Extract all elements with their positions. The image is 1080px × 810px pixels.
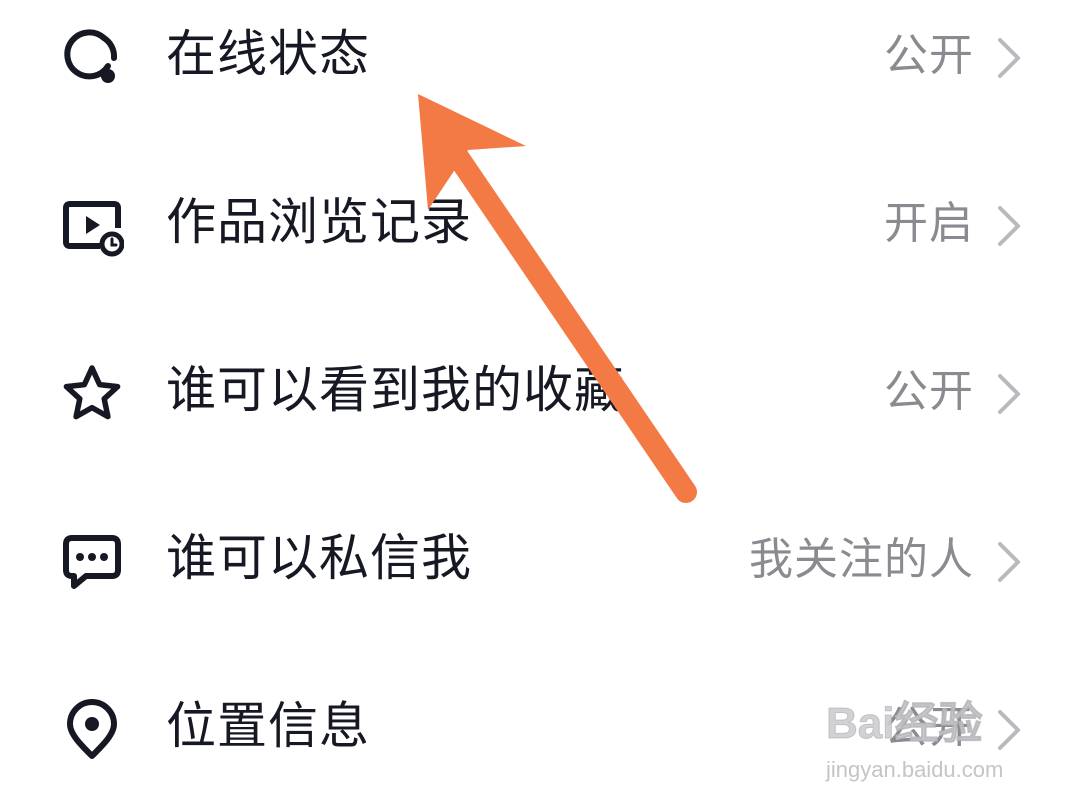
setting-row-location-info[interactable]: 位置信息 公开 (0, 676, 1080, 776)
location-pin-icon (60, 698, 124, 762)
setting-label: 作品浏览记录 (166, 193, 472, 251)
chevron-right-icon (994, 36, 1024, 80)
setting-label: 谁可以私信我 (166, 529, 472, 587)
setting-label: 位置信息 (166, 697, 370, 755)
setting-label: 在线状态 (166, 25, 370, 83)
setting-value: 公开 (884, 366, 974, 417)
setting-value: 公开 (884, 30, 974, 81)
chevron-right-icon (994, 708, 1024, 752)
setting-row-video-history[interactable]: 作品浏览记录 开启 (0, 172, 1080, 272)
chevron-right-icon (994, 540, 1024, 584)
online-status-icon (60, 26, 124, 90)
video-history-icon (60, 194, 124, 258)
setting-value: 开启 (884, 198, 974, 249)
setting-row-who-can-message[interactable]: 谁可以私信我 我关注的人 (0, 508, 1080, 608)
setting-row-favorites-visibility[interactable]: 谁可以看到我的收藏 公开 (0, 340, 1080, 440)
setting-label: 谁可以看到我的收藏 (166, 361, 625, 419)
setting-row-online-status[interactable]: 在线状态 公开 (0, 4, 1080, 104)
star-icon (60, 362, 124, 426)
message-icon (60, 530, 124, 594)
chevron-right-icon (994, 372, 1024, 416)
setting-value: 我关注的人 (749, 534, 974, 585)
chevron-right-icon (994, 204, 1024, 248)
setting-value: 公开 (884, 702, 974, 753)
privacy-settings-list: 在线状态 公开 作品浏览记录 开启 谁可以看到我的收藏 公开 谁可以私信我 我关… (0, 0, 1080, 810)
